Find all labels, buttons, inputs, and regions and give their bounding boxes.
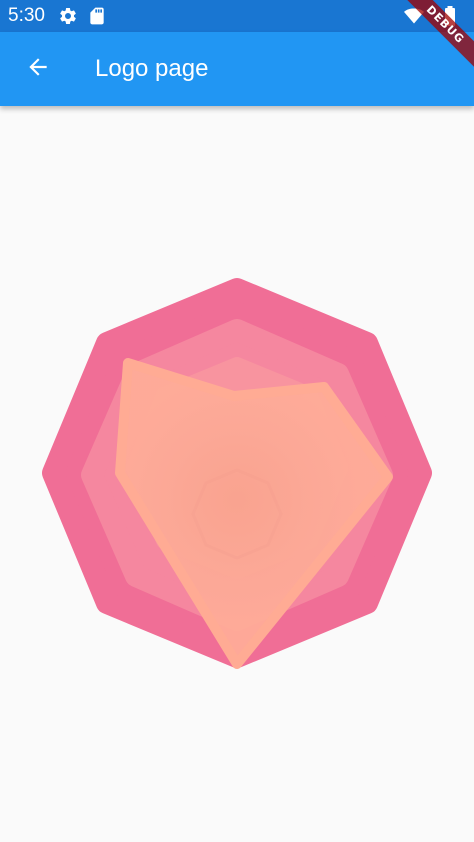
wifi-icon: [404, 7, 424, 27]
screen: 5:30 Logo page DEBUG: [0, 0, 474, 842]
page-title: Logo page: [95, 55, 209, 82]
arrow-back-icon: [25, 54, 51, 85]
logo: [0, 106, 474, 842]
gear-icon: [58, 6, 78, 26]
back-button[interactable]: [14, 45, 62, 93]
app-bar: Logo page: [0, 32, 474, 106]
status-bar: 5:30: [0, 0, 474, 32]
logo-graphic: [42, 278, 432, 669]
battery-icon: [444, 6, 464, 26]
sd-card-icon: [87, 6, 107, 26]
status-time: 5:30: [8, 5, 45, 26]
